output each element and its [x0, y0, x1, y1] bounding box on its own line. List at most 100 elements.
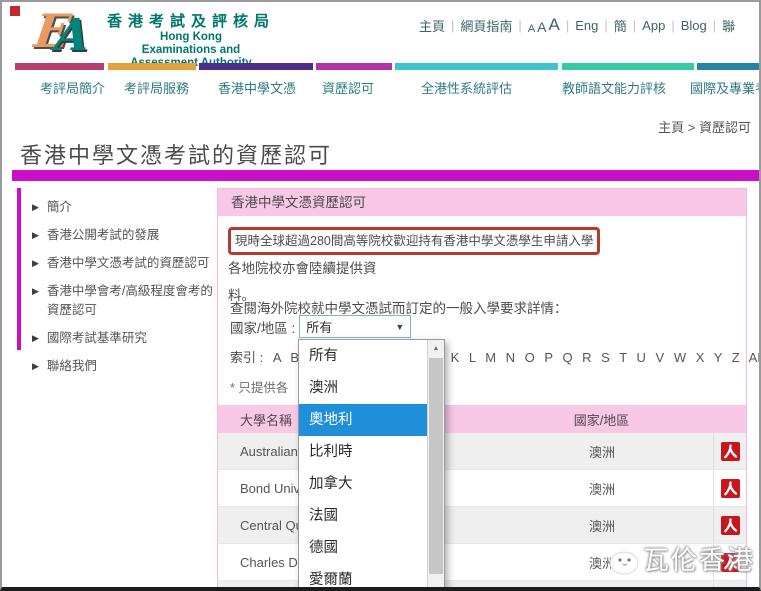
triangle-bullet-icon: ▶ — [32, 226, 39, 245]
university-country: 澳洲 — [420, 470, 713, 506]
nav-color-segment-1 — [15, 63, 104, 70]
option-austria[interactable]: 奧地利 — [299, 404, 427, 436]
pdf-icon[interactable] — [721, 479, 740, 498]
panel-header: 香港中學文憑資歷認可 — [218, 189, 746, 216]
sidebar-item-introduction[interactable]: ▶ 簡介 — [32, 198, 214, 217]
sidebar-item-hkcee-hkale-recognition[interactable]: ▶ 香港中學會考/高級程度會考的資歷認可 — [32, 282, 214, 320]
utility-link-app[interactable]: App — [642, 18, 665, 33]
org-name-en-line2: Examinations and — [107, 44, 275, 57]
main-content-panel: 香港中學文憑資歷認可 現時全球超過280間高等院校歡迎持有香港中學文憑學生申請入… — [217, 188, 747, 591]
font-size-large-button[interactable]: A — [549, 15, 560, 35]
option-canada[interactable]: 加拿大 — [299, 468, 427, 500]
university-country: 澳洲 — [420, 433, 713, 469]
sidebar-item-label: 國際考試基準研究 — [47, 329, 147, 348]
watermark-text: 瓦伦香港 — [643, 540, 755, 577]
highlighted-statement: 現時全球超過280間高等院校歡迎持有香港中學文憑學生申請入學 — [228, 227, 600, 255]
pdf-icon[interactable] — [721, 442, 740, 461]
scroll-up-arrow-icon[interactable]: ▲ — [428, 340, 444, 356]
divider: | — [451, 18, 454, 33]
tab-lpat[interactable]: 教師語文能力評核 — [562, 78, 666, 97]
option-australia[interactable]: 澳洲 — [299, 372, 427, 404]
utility-link-blog[interactable]: Blog — [681, 18, 707, 33]
triangle-bullet-icon: ▶ — [32, 254, 39, 273]
breadcrumb-separator: > — [688, 120, 696, 135]
nav-color-segment-3 — [199, 63, 313, 70]
tab-about-hkeaa[interactable]: 考評局簡介 — [40, 78, 105, 97]
divider: | — [604, 18, 607, 33]
tab-recognition[interactable]: 資歷認可 — [322, 78, 374, 97]
hkeaa-logo[interactable]: E A 香港考試及評核局 Hong Kong Examinations and … — [35, 6, 275, 70]
tab-hkdse[interactable]: 香港中學文憑 — [218, 78, 296, 97]
dropdown-options: 所有 澳洲 奧地利 比利時 加拿大 法國 德國 愛爾蘭 — [299, 340, 427, 591]
font-size-medium-button[interactable]: A — [537, 19, 546, 35]
chick-sticker-icon — [596, 541, 640, 577]
breadcrumb-home-link[interactable]: 主頁 — [658, 120, 684, 135]
utility-link-site-guide[interactable]: 網頁指南 — [460, 16, 512, 35]
org-name-chinese: 香港考試及評核局 — [107, 10, 275, 31]
nav-color-segment-7 — [697, 63, 761, 70]
university-country: 澳洲 — [420, 581, 713, 591]
sidebar-item-label: 香港中學文憑考試的資歷認可 — [47, 254, 210, 273]
option-france[interactable]: 法國 — [299, 500, 427, 532]
nav-color-segment-6 — [562, 63, 694, 70]
sidebar-item-contact-us[interactable]: ▶ 聯絡我們 — [32, 357, 214, 376]
utility-link-simplified-chinese[interactable]: 簡 — [614, 16, 627, 35]
hkeaa-page: E A 香港考試及評核局 Hong Kong Examinations and … — [0, 0, 761, 591]
option-germany[interactable]: 德國 — [299, 532, 427, 564]
font-size-controls: A A A — [528, 15, 560, 35]
option-belgium[interactable]: 比利時 — [299, 436, 427, 468]
query-instruction: 查閱海外院校就中學文憑試而訂定的一般入學要求詳情： — [230, 297, 568, 317]
sidebar-item-hkdse-recognition[interactable]: ▶ 香港中學文憑考試的資歷認可 — [32, 254, 214, 273]
tab-tsa[interactable]: 全港性系統評估 — [421, 78, 512, 97]
tab-intl-professional[interactable]: 國際及專業考試 — [690, 78, 761, 97]
triangle-bullet-icon: ▶ — [32, 329, 39, 348]
chevron-down-icon: ▼ — [395, 322, 404, 332]
divider: | — [633, 18, 636, 33]
sidebar-item-benchmarking-studies[interactable]: ▶ 國際考試基準研究 — [32, 329, 214, 348]
sidebar-nav: ▶ 簡介 ▶ 香港公開考試的發展 ▶ 香港中學文憑考試的資歷認可 ▶ 香港中學會… — [32, 198, 214, 385]
nav-color-segment-4 — [316, 63, 392, 70]
university-country: 澳洲 — [420, 507, 713, 543]
triangle-bullet-icon: ▶ — [32, 198, 39, 217]
breadcrumb: 主頁 > 資歷認可 — [658, 117, 751, 136]
scrollbar-thumb[interactable] — [429, 358, 443, 574]
country-dropdown-list: 所有 澳洲 奧地利 比利時 加拿大 法國 德國 愛爾蘭 ▲ — [298, 339, 445, 591]
font-size-small-button[interactable]: A — [528, 23, 535, 35]
nav-color-segment-5 — [395, 63, 558, 70]
column-header-country: 國家/地區 — [420, 410, 713, 429]
utility-nav: 主頁 | 網頁指南 | A A A | Eng | 簡 | App | Blog… — [419, 15, 735, 35]
divider: | — [518, 18, 521, 33]
country-filter-row: 國家/地區 : 所有 ▼ — [230, 315, 411, 338]
country-filter-label: 國家/地區 : — [230, 317, 295, 337]
sidebar-item-label: 簡介 — [47, 198, 72, 217]
divider: | — [566, 18, 569, 33]
org-name-en-line1: Hong Kong — [107, 31, 275, 44]
sidebar-item-exam-development[interactable]: ▶ 香港公開考試的發展 — [32, 226, 214, 245]
country-select-value: 所有 — [306, 317, 332, 336]
option-ireland[interactable]: 愛爾蘭 — [299, 564, 427, 591]
logo-letter-a: A — [52, 10, 92, 61]
watermark: 瓦伦香港 — [596, 540, 755, 577]
corner-red-marker — [10, 6, 20, 16]
intro-text-line1: 各地院校亦會陸續提供資 — [228, 261, 377, 276]
utility-link-home[interactable]: 主頁 — [419, 16, 445, 35]
nav-color-segment-2 — [108, 63, 196, 70]
triangle-bullet-icon: ▶ — [32, 357, 39, 376]
divider: | — [713, 18, 716, 33]
utility-link-contact-clipped[interactable]: 聯 — [722, 16, 735, 35]
sidebar-item-label: 香港公開考試的發展 — [47, 226, 160, 245]
title-underline-bar — [12, 170, 761, 181]
divider: | — [671, 18, 674, 33]
page-title: 香港中學文憑考試的資歷認可 — [20, 138, 332, 170]
sidebar-accent-rule — [17, 188, 21, 350]
tab-hkeaa-services[interactable]: 考評局服務 — [124, 78, 189, 97]
logo-wordmark: 香港考試及評核局 Hong Kong Examinations and Asse… — [107, 6, 275, 70]
option-all[interactable]: 所有 — [299, 340, 427, 372]
pdf-icon[interactable] — [721, 516, 740, 535]
dropdown-scrollbar[interactable]: ▲ — [427, 340, 444, 591]
sidebar-item-label: 香港中學會考/高級程度會考的資歷認可 — [47, 282, 214, 320]
triangle-bullet-icon: ▶ — [32, 282, 39, 320]
country-select[interactable]: 所有 ▼ — [299, 315, 411, 338]
index-label: 索引 : — [230, 350, 263, 365]
utility-link-english[interactable]: Eng — [575, 18, 598, 33]
